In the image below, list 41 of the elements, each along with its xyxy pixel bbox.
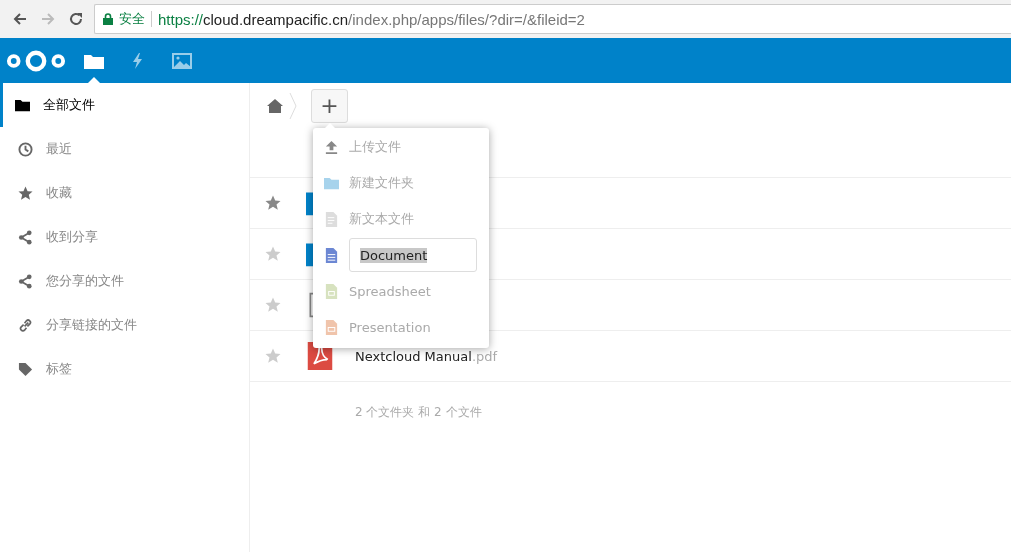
add-button[interactable]: + bbox=[311, 88, 348, 123]
sidebar-item[interactable]: 分享链接的文件 bbox=[0, 303, 249, 347]
file-summary: 2 个文件夹 和 2 个文件 bbox=[354, 404, 483, 421]
folder-icon bbox=[15, 97, 30, 113]
secure-label: 安全 bbox=[119, 10, 145, 28]
spreadsheet-icon bbox=[324, 283, 339, 299]
link-icon bbox=[18, 317, 33, 333]
text-file-icon bbox=[324, 211, 339, 227]
menu-item[interactable]: 新建文件夹 bbox=[349, 174, 414, 192]
breadcrumb-separator-icon bbox=[289, 92, 297, 119]
favorite-star-icon[interactable] bbox=[265, 297, 281, 313]
sidebar-item[interactable]: 收到分享 bbox=[0, 215, 249, 259]
sidebar-item[interactable]: 全部文件 bbox=[0, 83, 249, 127]
new-file-name-field[interactable]: Document bbox=[349, 238, 477, 272]
menu-item[interactable]: Presentation bbox=[349, 319, 431, 335]
share-icon bbox=[18, 273, 33, 289]
sidebar-item[interactable]: 您分享的文件 bbox=[0, 259, 249, 303]
file-name[interactable]: Nextcloud Manual.pdf bbox=[355, 348, 498, 364]
presentation-icon bbox=[324, 319, 339, 335]
favorite-star-icon[interactable] bbox=[265, 348, 281, 364]
reload-icon[interactable] bbox=[68, 11, 84, 27]
tag-icon bbox=[18, 361, 33, 377]
clock-icon bbox=[18, 141, 33, 157]
logo-icon[interactable] bbox=[6, 48, 66, 73]
share-icon bbox=[18, 229, 33, 245]
favorite-star-icon[interactable] bbox=[265, 246, 281, 262]
lock-icon bbox=[103, 13, 113, 25]
menu-item[interactable]: 新文本文件 bbox=[349, 210, 414, 228]
document-icon bbox=[324, 247, 339, 263]
menu-item[interactable]: 上传文件 bbox=[349, 138, 401, 156]
sidebar-item[interactable]: 最近 bbox=[0, 127, 249, 171]
favorite-star-icon[interactable] bbox=[265, 195, 281, 211]
star-icon bbox=[18, 185, 33, 201]
menu-item[interactable]: Spreadsheet bbox=[349, 283, 431, 299]
home-icon[interactable] bbox=[267, 98, 283, 113]
address-bar[interactable]: 安全 https://cloud.dreampacific.cn/index.php/apps/files/?dir=/&fileid=2 bbox=[94, 4, 1011, 34]
url-text: https://cloud.dreampacific.cn/index.php/apps/files/?dir=/&fileid=2 bbox=[158, 10, 585, 28]
back-icon[interactable] bbox=[12, 11, 28, 27]
sidebar-item[interactable]: 收藏 bbox=[0, 171, 249, 215]
sidebar-item[interactable]: 标签 bbox=[0, 347, 249, 391]
upload-icon bbox=[324, 139, 339, 155]
